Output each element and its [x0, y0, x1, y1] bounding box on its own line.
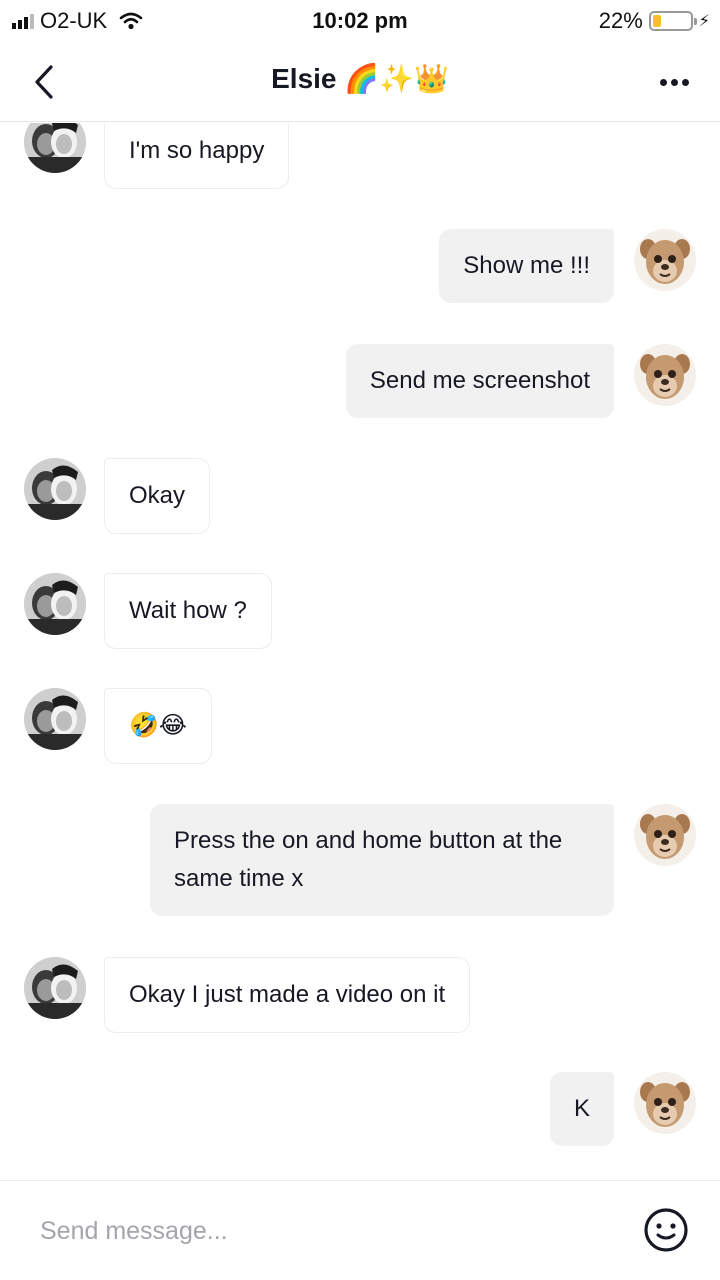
- user-avatar[interactable]: [634, 1072, 696, 1134]
- message-row-outgoing: Send me screenshot: [0, 344, 720, 420]
- charging-bolt-icon: ⚡: [698, 13, 710, 30]
- message-bubble-outgoing[interactable]: K: [549, 1072, 614, 1146]
- message-bubble-outgoing[interactable]: Press the on and home button at the same…: [150, 804, 614, 916]
- more-options-button[interactable]: [650, 64, 698, 100]
- battery-percent: 22%: [598, 8, 643, 33]
- status-bar: O2-UK 10:02 pm 22% ⚡: [0, 0, 720, 42]
- message-bubble-incoming[interactable]: Okay I just made a video on it: [104, 957, 471, 1033]
- emoji-icon[interactable]: [642, 1206, 690, 1254]
- message-row-incoming: Okay: [0, 458, 720, 536]
- status-right: 22% ⚡: [599, 8, 710, 34]
- user-avatar[interactable]: [634, 344, 696, 406]
- message-row-outgoing: Press the on and home button at the same…: [0, 804, 720, 918]
- battery-fill: [652, 15, 661, 27]
- chat-screen: O2-UK 10:02 pm 22% ⚡ Elsie 🌈✨👑 I'm so ha…: [0, 0, 720, 1280]
- message-row-incoming: Okay I just made a video on it: [0, 957, 720, 1035]
- message-row-outgoing: K: [0, 1072, 720, 1148]
- contact-avatar[interactable]: [24, 573, 86, 635]
- message-bubble-incoming[interactable]: Wait how ?: [104, 573, 272, 649]
- message-row-incoming: I'm so happy: [0, 123, 720, 193]
- message-bubble-incoming[interactable]: 🤣😂: [104, 688, 212, 764]
- contact-avatar[interactable]: [24, 458, 86, 520]
- chat-header: Elsie 🌈✨👑: [0, 42, 720, 122]
- message-composer: [0, 1180, 720, 1280]
- battery-icon: [648, 11, 697, 31]
- message-bubble-incoming[interactable]: I'm so happy: [104, 123, 290, 189]
- contact-avatar[interactable]: [24, 688, 86, 750]
- message-row-outgoing: Show me !!!: [0, 229, 720, 305]
- contact-avatar[interactable]: [24, 123, 86, 173]
- contact-avatar[interactable]: [24, 957, 86, 1019]
- message-row-incoming: Wait how ?: [0, 573, 720, 651]
- message-list[interactable]: I'm so happy Show me !!! Send me screens…: [0, 123, 720, 1180]
- message-input[interactable]: [40, 1211, 600, 1251]
- more-options-icon: [659, 78, 689, 86]
- message-bubble-outgoing[interactable]: Show me !!!: [439, 229, 614, 303]
- user-avatar[interactable]: [634, 229, 696, 291]
- message-row-incoming: 🤣😂: [0, 688, 720, 766]
- message-bubble-outgoing[interactable]: Send me screenshot: [345, 344, 614, 418]
- user-avatar[interactable]: [634, 804, 696, 866]
- message-bubble-incoming[interactable]: Okay: [104, 458, 211, 534]
- chat-title[interactable]: Elsie 🌈✨👑: [0, 62, 720, 95]
